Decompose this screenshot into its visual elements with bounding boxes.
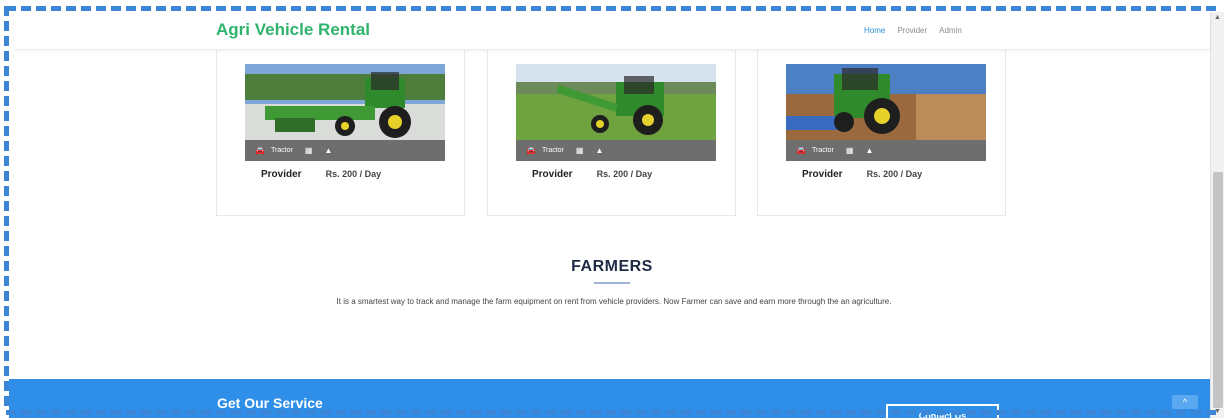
card-meta-bar: 🚘 Tractor ▦ ▲ (245, 140, 445, 161)
nav-home[interactable]: Home (864, 26, 885, 35)
price-label: Rs. 200 / Day (866, 169, 923, 179)
card-info: Provider Rs. 200 / Day (802, 169, 992, 180)
card-meta-bar: 🚘 Tractor ▦ ▲ (786, 140, 986, 161)
user-icon: ▲ (324, 146, 333, 155)
dashed-border-left (4, 6, 9, 406)
page-scrollbar[interactable]: ▲ ▼ (1210, 12, 1224, 418)
tractor-image[interactable] (245, 64, 445, 140)
user-icon: ▲ (595, 146, 604, 155)
provider-label: Provider (532, 169, 573, 180)
nav-provider[interactable]: Provider (897, 26, 927, 35)
scrollbar-thumb[interactable] (1213, 172, 1223, 408)
dashed-border-bottom (6, 410, 1216, 415)
price-label: Rs. 200 / Day (325, 169, 382, 179)
vehicle-type: Tractor (541, 147, 564, 154)
user-icon: ▲ (865, 146, 874, 155)
chevron-up-icon: ^ (1182, 397, 1188, 407)
car-icon: 🚘 (255, 146, 265, 155)
price-label: Rs. 200 / Day (596, 169, 653, 179)
vehicle-card[interactable]: 🚘 Tractor ▦ ▲ Provider Rs. 200 / Day (757, 44, 1006, 216)
calendar-icon: ▦ (845, 146, 854, 155)
nav-admin[interactable]: Admin (939, 26, 962, 35)
page: Agri Vehicle Rental Home Provider Admin (0, 0, 1224, 418)
provider-label: Provider (261, 169, 302, 180)
vehicle-card[interactable]: 🚘 Tractor ▦ ▲ Provider Rs. 200 / Day (216, 44, 465, 216)
scroll-up-arrow-icon[interactable]: ▲ (1214, 14, 1221, 21)
navbar: Agri Vehicle Rental Home Provider Admin (14, 12, 1210, 50)
brand-logo[interactable]: Agri Vehicle Rental (216, 20, 370, 40)
calendar-icon: ▦ (575, 146, 584, 155)
calendar-icon: ▦ (304, 146, 313, 155)
vehicle-type: Tractor (811, 147, 834, 154)
tractor-image[interactable] (786, 64, 986, 140)
footer-heading: Get Our Service (217, 395, 323, 411)
card-info: Provider Rs. 200 / Day (261, 169, 451, 180)
back-to-top-button[interactable]: ^ (1172, 395, 1198, 409)
card-meta-bar: 🚘 Tractor ▦ ▲ (516, 140, 716, 161)
tractor-image[interactable] (516, 64, 716, 140)
heading-underline (594, 282, 630, 284)
car-icon: 🚘 (796, 146, 806, 155)
dashed-border-top (6, 6, 1216, 11)
card-info: Provider Rs. 200 / Day (532, 169, 722, 180)
farmers-heading: FARMERS (571, 258, 653, 275)
vehicle-type: Tractor (270, 147, 293, 154)
provider-label: Provider (802, 169, 843, 180)
farmers-description: It is a smartest way to track and manage… (336, 297, 892, 306)
car-icon: 🚘 (526, 146, 536, 155)
vehicle-card[interactable]: 🚘 Tractor ▦ ▲ Provider Rs. 200 / Day (487, 44, 736, 216)
nav-links: Home Provider Admin (864, 26, 962, 35)
